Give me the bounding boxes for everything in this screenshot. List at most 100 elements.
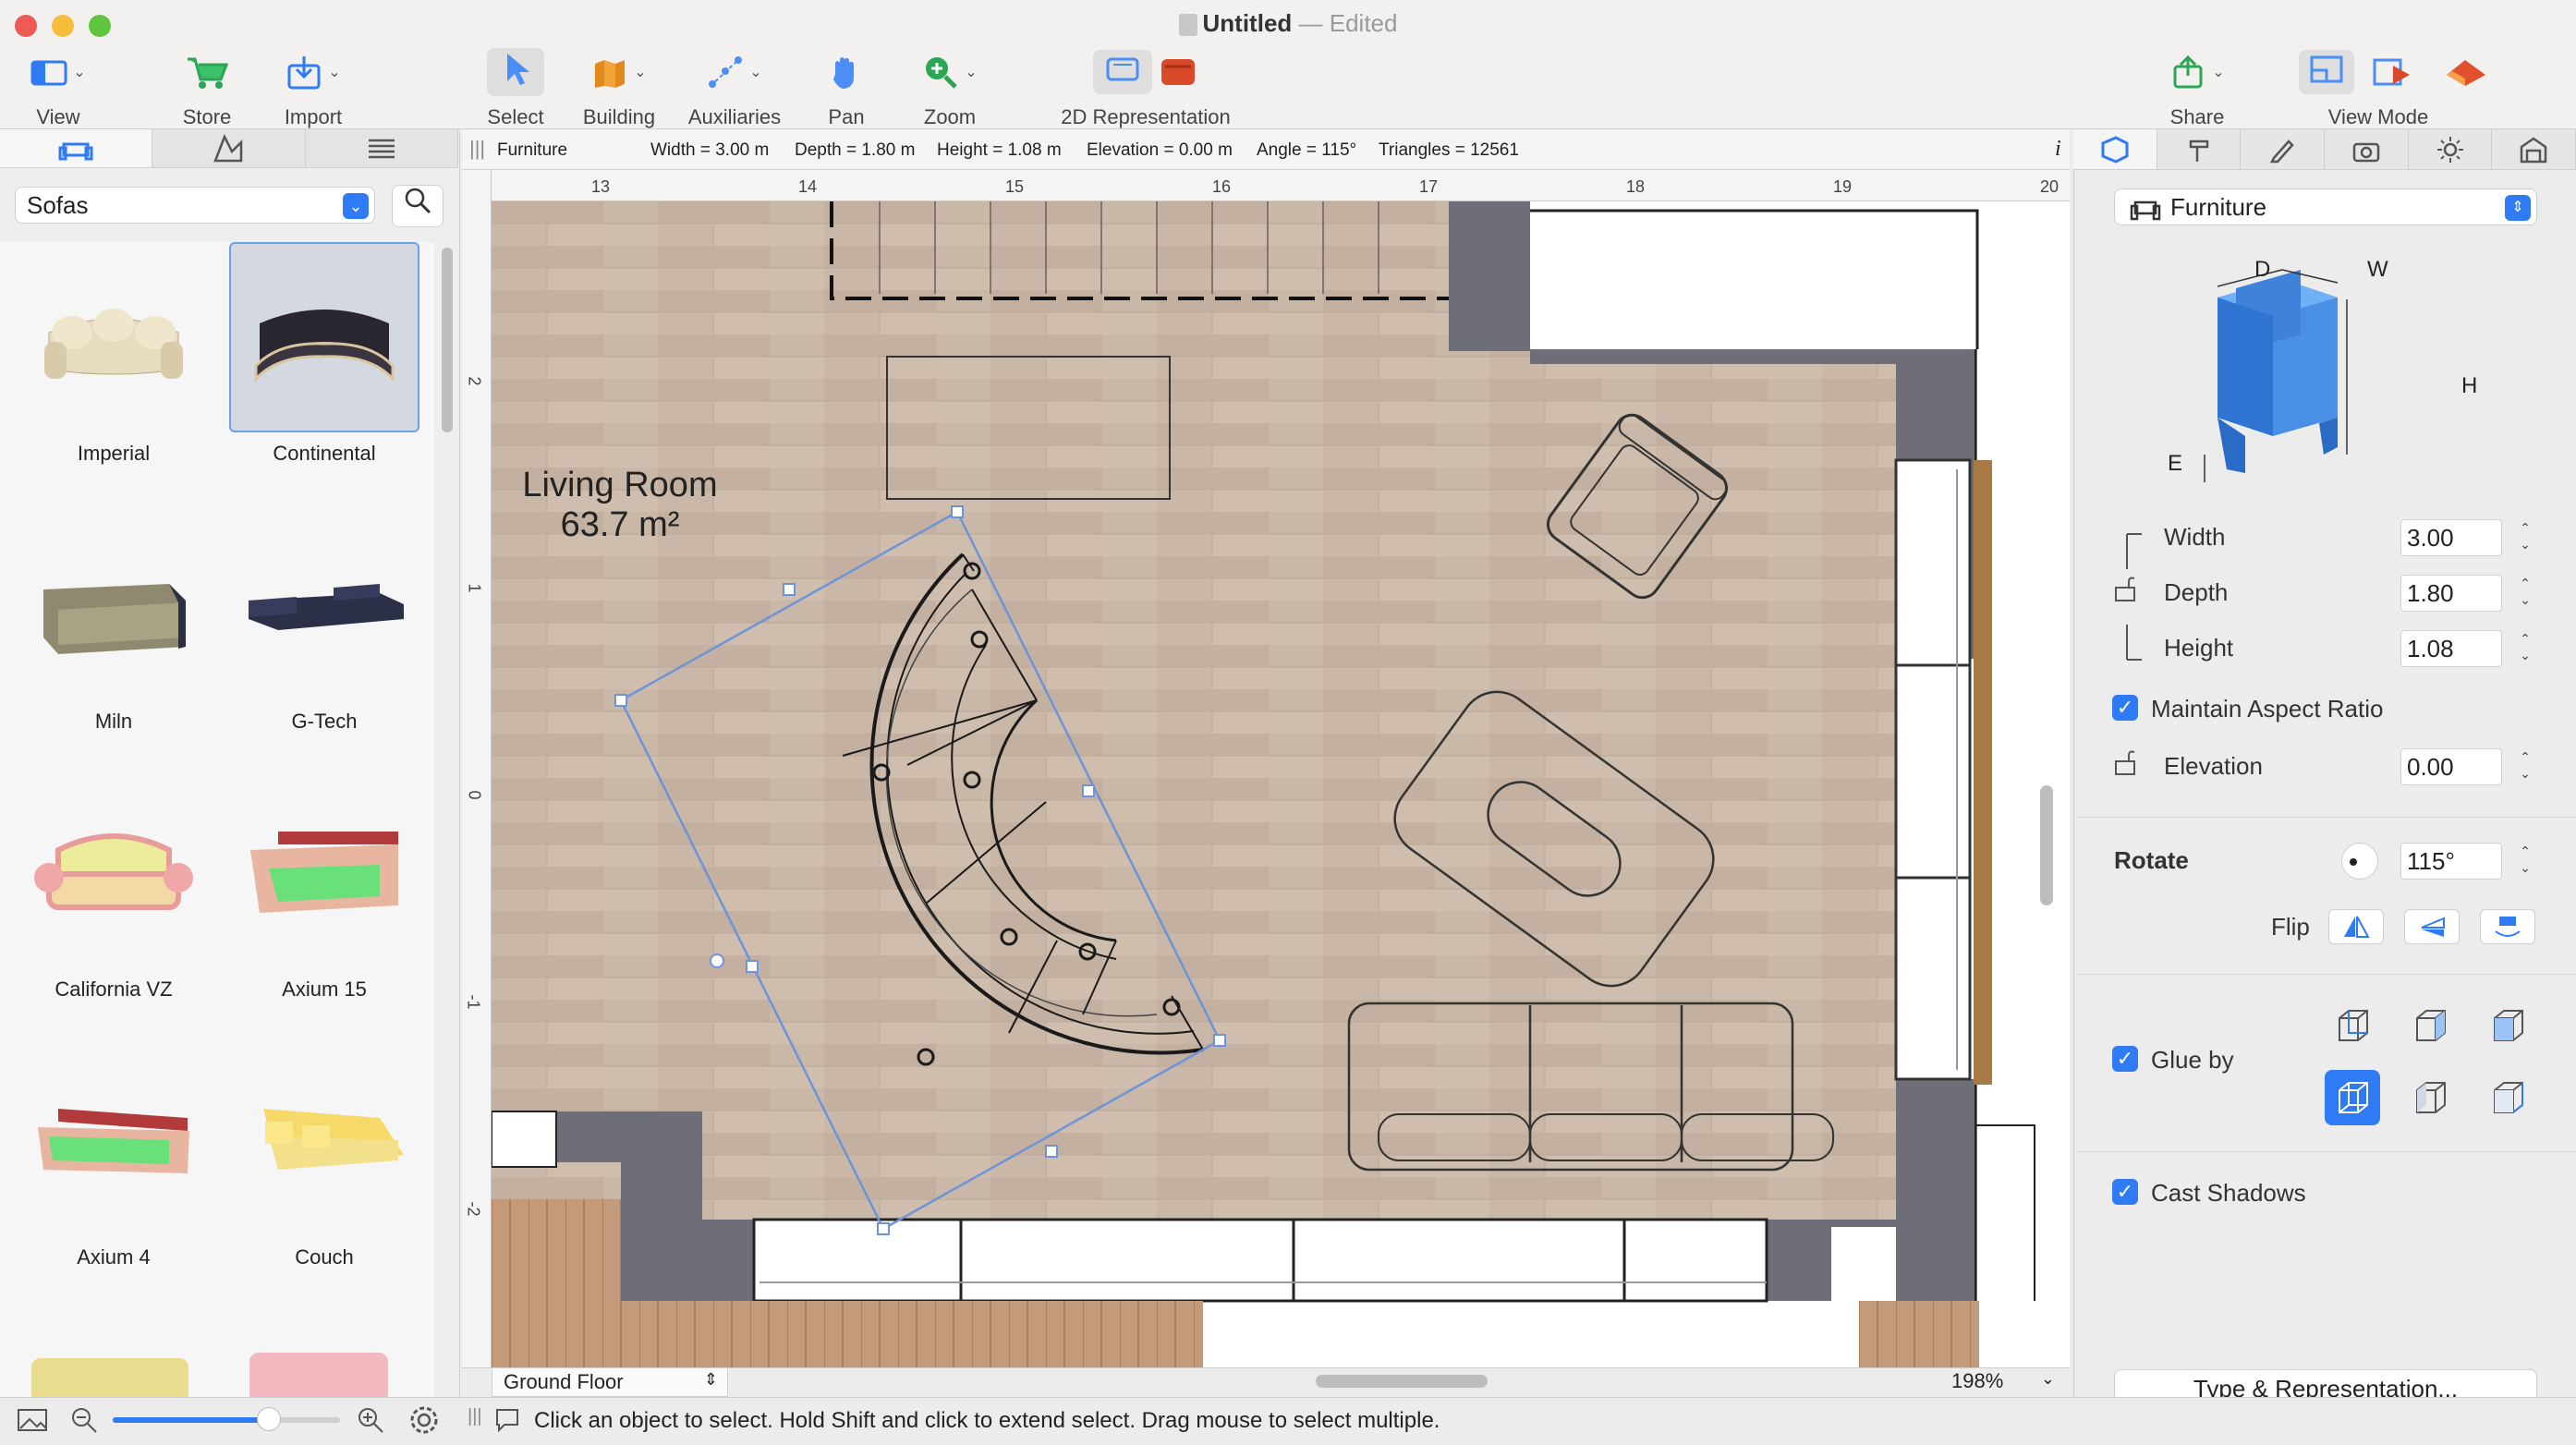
- elevation-lock-icon[interactable]: [2112, 748, 2142, 778]
- library-item-miln[interactable]: Miln: [17, 510, 211, 778]
- slider-thumb[interactable]: [257, 1407, 281, 1431]
- library-item-partial[interactable]: [249, 1353, 388, 1397]
- width-field[interactable]: 3.00: [2400, 519, 2502, 556]
- image-icon[interactable]: [17, 1406, 48, 1439]
- library-scrollbar[interactable]: [442, 248, 453, 432]
- flip-upside-down-button[interactable]: [2480, 909, 2535, 944]
- tab-light[interactable]: [2408, 129, 2493, 169]
- ruler-tick: 16: [1212, 177, 1232, 196]
- depth-field[interactable]: 1.80: [2400, 575, 2502, 612]
- library-item-axium-15[interactable]: Axium 15: [227, 778, 421, 1046]
- pan-tool-button[interactable]: Pan: [811, 46, 881, 129]
- tab-building[interactable]: [2492, 129, 2576, 169]
- import-label: Import: [284, 105, 343, 128]
- elevation-stepper[interactable]: ⌃ ⌄: [2515, 748, 2535, 785]
- depth-stepper[interactable]: ⌃ ⌄: [2515, 575, 2535, 612]
- depth-label: Depth: [2164, 578, 2229, 606]
- room-label[interactable]: Living Room 63.7 m²: [504, 466, 735, 545]
- library-item-imperial[interactable]: Imperial: [17, 242, 211, 510]
- canvas-vertical-scrollbar[interactable]: [2040, 785, 2053, 905]
- zoom-in-icon[interactable]: [357, 1406, 384, 1439]
- flip-horizontal-button[interactable]: [2328, 909, 2384, 944]
- tab-furniture[interactable]: [0, 129, 153, 167]
- wall[interactable]: [1896, 1079, 1977, 1301]
- 2d-representation-button[interactable]: 2D Representation: [1053, 46, 1238, 129]
- separator: [2077, 817, 2576, 818]
- glue-left-face-button[interactable]: [2402, 1070, 2458, 1125]
- building-icon: [595, 60, 626, 88]
- glue-top-face-button[interactable]: [2480, 998, 2535, 1053]
- auxiliaries-label: Auxiliaries: [687, 105, 782, 128]
- library-item-g-tech[interactable]: G-Tech: [227, 510, 421, 778]
- ruler-tick: 20: [2040, 177, 2060, 196]
- search-button[interactable]: [392, 185, 444, 227]
- auxiliaries-tool-button[interactable]: ⌄ Auxiliaries: [682, 46, 787, 129]
- maintain-aspect-checkbox[interactable]: ✓: [2112, 695, 2138, 721]
- library-item-california-vz[interactable]: California VZ: [17, 778, 211, 1046]
- thumbnail-size-slider[interactable]: [113, 1407, 340, 1431]
- glue-back-face-button[interactable]: [2325, 998, 2380, 1053]
- object-properties-icon: [2101, 135, 2129, 164]
- zoom-value: 198%: [1951, 1369, 2004, 1392]
- library-item-axium-4[interactable]: Axium 4: [17, 1046, 211, 1314]
- camera-icon: [2352, 142, 2380, 162]
- height-stepper[interactable]: ⌃ ⌄: [2515, 630, 2535, 667]
- elevation-field[interactable]: 0.00: [2400, 748, 2502, 785]
- gear-icon[interactable]: [408, 1404, 440, 1440]
- info-icon[interactable]: i: [2055, 137, 2061, 162]
- wall[interactable]: [1449, 201, 1530, 349]
- glue-bottom-face-button[interactable]: [2325, 1070, 2380, 1125]
- import-button[interactable]: ⌄ Import: [275, 46, 351, 129]
- building-tool-button[interactable]: ⌄ Building: [577, 46, 662, 129]
- zoom-level-select[interactable]: 198% ⌄: [1944, 1367, 2062, 1397]
- floor-plan-canvas[interactable]: Living Room 63.7 m²: [492, 201, 2070, 1367]
- tab-list[interactable]: [305, 129, 458, 167]
- flip-vertical-button[interactable]: [2404, 909, 2460, 944]
- select-label: Select: [487, 105, 544, 128]
- ruler-tick: 15: [1005, 177, 1025, 196]
- window[interactable]: [752, 1218, 1768, 1303]
- library-item-continental[interactable]: Continental: [227, 242, 421, 510]
- tab-hammer[interactable]: [2157, 129, 2242, 169]
- glue-by-checkbox[interactable]: ✓: [2112, 1046, 2138, 1072]
- zoom-tool-button[interactable]: ⌄ Zoom: [913, 46, 987, 129]
- rotation-dial[interactable]: [2341, 843, 2378, 880]
- separator: [2077, 1151, 2576, 1152]
- library-item-couch[interactable]: Couch: [227, 1046, 421, 1314]
- category-select[interactable]: Sofas ⌄: [15, 187, 375, 224]
- cube-bottom-icon: [2339, 1082, 2368, 1113]
- floor-plan-icon: [2310, 55, 2343, 83]
- window[interactable]: [1894, 458, 1972, 1081]
- width-stepper[interactable]: ⌃ ⌄: [2515, 519, 2535, 556]
- library-item-partial[interactable]: [31, 1358, 188, 1397]
- tab-object[interactable]: [2073, 129, 2157, 169]
- lock-icon[interactable]: [2112, 575, 2142, 604]
- canvas-horizontal-scrollbar[interactable]: [1316, 1375, 1488, 1388]
- view-mode-control[interactable]: View Mode: [2299, 46, 2569, 129]
- glue-right-face-button[interactable]: [2402, 998, 2458, 1053]
- tab-camera[interactable]: [2325, 129, 2409, 169]
- object-type-select[interactable]: Furniture ⇕: [2114, 188, 2537, 225]
- view-button[interactable]: ⌄ View: [18, 46, 98, 129]
- tab-materials[interactable]: [152, 129, 306, 167]
- sofa-thumbnail-icon: [249, 584, 404, 630]
- rotate-field[interactable]: 115°: [2400, 843, 2502, 880]
- tab-pencil[interactable]: [2241, 129, 2326, 169]
- floor-select[interactable]: Ground Floor ⇕: [492, 1367, 728, 1397]
- item-name: Couch: [295, 1245, 354, 1269]
- floor-plan-drawing: [492, 201, 2070, 1367]
- imperial-thumbnail: [18, 242, 209, 432]
- height-field[interactable]: 1.08: [2400, 630, 2502, 667]
- separator: [2077, 974, 2576, 975]
- chevron-down-icon: ⌄: [634, 65, 647, 80]
- glue-front-face-button[interactable]: [2480, 1070, 2535, 1125]
- rotate-stepper[interactable]: ⌃ ⌄: [2515, 843, 2535, 880]
- cast-shadows-checkbox[interactable]: ✓: [2112, 1179, 2138, 1205]
- building-label: Building: [582, 105, 656, 128]
- store-button[interactable]: Store: [172, 46, 242, 129]
- flip-horizontal-icon: [2344, 916, 2370, 938]
- zoom-out-icon[interactable]: [70, 1406, 98, 1439]
- info-triangles: Triangles = 12561: [1379, 140, 1519, 160]
- armchair-icon: [2130, 200, 2161, 221]
- select-tool-button[interactable]: Select: [473, 46, 558, 129]
